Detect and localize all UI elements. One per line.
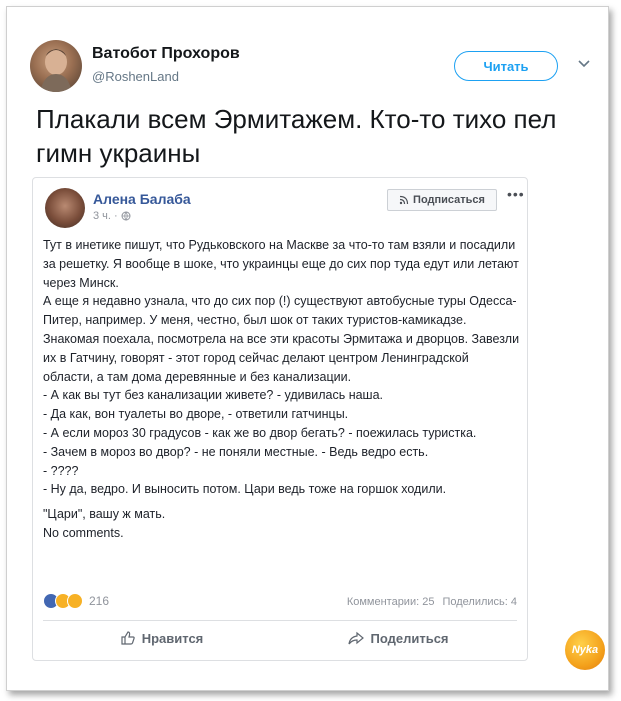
fb-post-paragraph: "Цари", вашу ж мать. xyxy=(43,507,166,522)
fb-post-time[interactable]: 3 ч. xyxy=(93,210,111,222)
fb-post-paragraph: - ???? xyxy=(43,463,79,478)
globe-icon xyxy=(121,211,131,221)
share-label: Поделиться xyxy=(370,630,449,646)
fb-post-meta: 3 ч. · xyxy=(93,210,131,222)
chevron-down-icon[interactable] xyxy=(577,57,591,71)
fb-post-paragraph: А еще я недавно узнала, что до сих пор (… xyxy=(43,294,520,384)
fb-post-paragraph: - Да как, вон туалеты во дворе, - ответи… xyxy=(43,407,349,422)
wow-reaction-icon xyxy=(67,593,83,609)
fb-post-paragraph: No comments. xyxy=(43,525,124,540)
fb-author-avatar[interactable] xyxy=(45,188,85,228)
fb-author-name[interactable]: Алена Балаба xyxy=(93,191,191,207)
tweet-author-name[interactable]: Ватобот Прохоров xyxy=(92,45,240,63)
more-options-icon[interactable]: ••• xyxy=(507,186,525,202)
fb-post-body: Тут в инетике пишут, что Рудьковского на… xyxy=(43,236,521,543)
comments-count[interactable]: Комментарии: 25 xyxy=(347,596,435,608)
watermark-logo: Nyka xyxy=(565,630,605,670)
subscribe-label: Подписаться xyxy=(413,194,485,206)
share-button[interactable]: Поделиться xyxy=(280,630,517,646)
avatar-photo-icon xyxy=(40,49,72,92)
tweet-author-handle[interactable]: @RoshenLand xyxy=(92,69,179,84)
watermark-text: Nyka xyxy=(571,644,599,656)
fb-post-paragraph: - Ну да, ведро. И выносить потом. Цари в… xyxy=(43,482,447,497)
thumbs-up-icon xyxy=(121,631,135,645)
rss-icon xyxy=(399,195,409,205)
shares-count[interactable]: Поделились: 4 xyxy=(442,596,517,608)
fb-action-bar: Нравится Поделиться xyxy=(43,630,517,646)
separator-dot: · xyxy=(113,210,118,222)
share-arrow-icon xyxy=(348,631,365,645)
tweet-author-avatar[interactable] xyxy=(30,40,82,92)
engagement-counts: Комментарии: 25 Поделились: 4 xyxy=(347,596,517,608)
embedded-facebook-post: Алена Балаба 3 ч. · Подписаться ••• Тут … xyxy=(32,177,528,661)
follow-button[interactable]: Читать xyxy=(454,51,558,81)
like-label: Нравится xyxy=(141,630,204,646)
fb-post-paragraph: Тут в инетике пишут, что Рудьковского на… xyxy=(43,238,519,290)
tweet-text: Плакали всем Эрмитажем. Кто-то тихо пел … xyxy=(36,104,557,168)
subscribe-button[interactable]: Подписаться xyxy=(387,189,497,211)
like-button[interactable]: Нравится xyxy=(43,630,280,646)
fb-post-paragraph: - А как вы тут без канализации живете? -… xyxy=(43,388,384,403)
reactions-count: 216 xyxy=(89,594,110,608)
divider xyxy=(43,620,517,621)
fb-post-paragraph: - Зачем в мороз во двор? - не поняли мес… xyxy=(43,444,429,459)
fb-post-paragraph: - А если мороз 30 градусов - как же во д… xyxy=(43,425,477,440)
reactions-summary[interactable]: 216 xyxy=(43,593,109,609)
